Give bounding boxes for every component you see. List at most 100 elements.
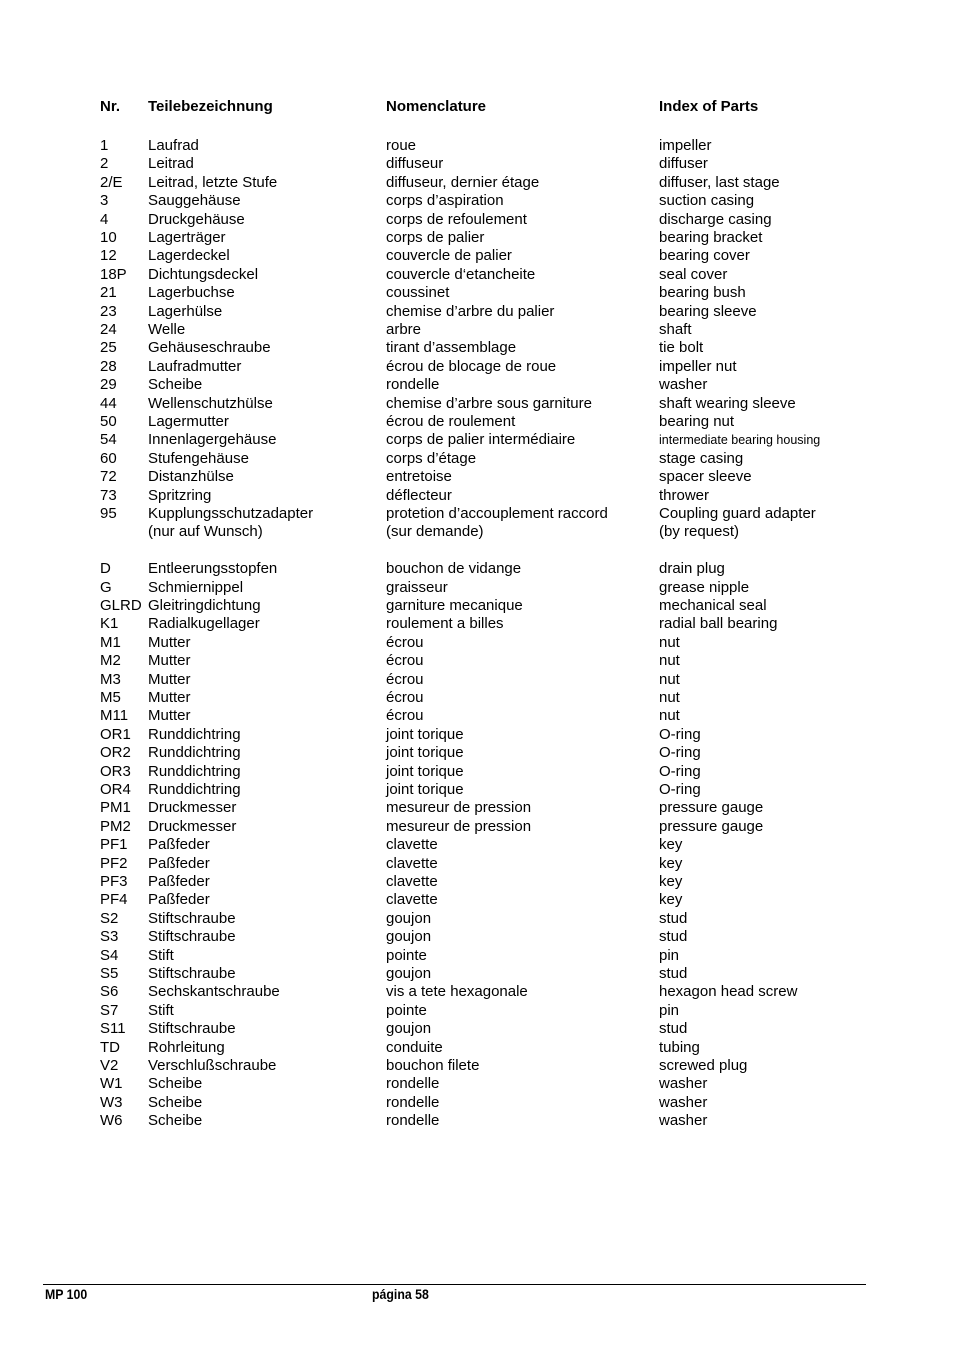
- french-name: bouchon de vidange: [386, 560, 522, 577]
- french-name: goujon: [386, 910, 432, 927]
- english-name: stud: [659, 1020, 688, 1037]
- french-name: entretoise: [386, 468, 452, 485]
- english-name: nut: [659, 689, 680, 706]
- german-name: Paßfeder: [148, 891, 210, 908]
- english-name: O-ring: [659, 763, 701, 780]
- header-english: Index of Parts: [659, 98, 759, 115]
- part-number: D: [100, 560, 111, 577]
- german-name: Wellenschutzhülse: [148, 395, 273, 412]
- french-name: goujon: [386, 928, 432, 945]
- english-name: thrower: [659, 487, 710, 504]
- english-name: pin: [659, 947, 680, 964]
- part-number: 44: [100, 395, 117, 412]
- french-name: corps de palier: [386, 229, 485, 246]
- english-name: radial ball bearing: [659, 615, 778, 632]
- german-name: Rohrleitung: [148, 1039, 225, 1056]
- german-name: Laufradmutter: [148, 358, 242, 375]
- part-number: M1: [100, 634, 121, 651]
- english-name: impeller: [659, 137, 712, 154]
- french-name: rondelle: [386, 1094, 440, 1111]
- english-name: bearing nut: [659, 413, 735, 430]
- part-number: M3: [100, 671, 121, 688]
- german-name: Stiftschraube: [148, 1020, 236, 1037]
- french-name: mesureur de pression: [386, 799, 532, 816]
- part-number: 2: [100, 155, 109, 172]
- french-name: joint torique: [386, 726, 464, 743]
- german-name: Mutter: [148, 707, 191, 724]
- part-number: 29: [100, 376, 117, 393]
- part-number: 4: [100, 211, 109, 228]
- german-name: Druckmesser: [148, 818, 237, 835]
- footer-model: MP 100: [45, 1286, 88, 1302]
- english-name: O-ring: [659, 726, 701, 743]
- english-name: suction casing: [659, 192, 755, 209]
- german-name: Runddichtring: [148, 763, 241, 780]
- french-name: rondelle: [386, 1112, 440, 1129]
- french-name: diffuseur, dernier étage: [386, 174, 540, 191]
- english-name: shaft: [659, 321, 692, 338]
- german-name: Dichtungsdeckel: [148, 266, 259, 283]
- french-name: corps d’étage: [386, 450, 477, 467]
- part-number: 54: [100, 431, 117, 448]
- english-name: nut: [659, 707, 680, 724]
- english-name: bearing sleeve: [659, 303, 757, 320]
- german-name: Verschlußschraube: [148, 1057, 277, 1074]
- footer-divider: [43, 1284, 866, 1285]
- english-name: hexagon head screw: [659, 983, 798, 1000]
- german-name: Stiftschraube: [148, 965, 236, 982]
- part-number: S2: [100, 910, 119, 927]
- document-page: Nr. Teilebezeichnung Nomenclature Index …: [0, 0, 954, 1351]
- french-name: tirant d’assemblage: [386, 339, 517, 356]
- german-name: Mutter: [148, 671, 191, 688]
- english-name: screwed plug: [659, 1057, 748, 1074]
- french-name: clavette: [386, 855, 438, 872]
- french-name: joint torique: [386, 744, 464, 761]
- header-nr: Nr.: [100, 98, 121, 115]
- german-name: Druckmesser: [148, 799, 237, 816]
- french-name: goujon: [386, 965, 432, 982]
- french-name: couvercle d‘etancheite: [386, 266, 536, 283]
- french-name: corps de refoulement: [386, 211, 527, 228]
- german-name: Mutter: [148, 689, 191, 706]
- german-name: Stiftschraube: [148, 910, 236, 927]
- german-name: Scheibe: [148, 1112, 203, 1129]
- part-number: PF2: [100, 855, 128, 872]
- part-number: OR4: [100, 781, 131, 798]
- german-name: Entleerungsstopfen: [148, 560, 278, 577]
- header-german: Teilebezeichnung: [148, 98, 273, 115]
- german-name: Lagermutter: [148, 413, 229, 430]
- part-number: TD: [100, 1039, 120, 1056]
- german-name: Distanzhülse: [148, 468, 234, 485]
- french-name: protetion d’accouplement raccord: [386, 505, 608, 522]
- french-name: roue: [386, 137, 417, 154]
- english-name: nut: [659, 652, 680, 669]
- english-name: spacer sleeve: [659, 468, 752, 485]
- german-name: Innenlagergehäuse: [148, 431, 277, 448]
- german-name: Leitrad, letzte Stufe: [148, 174, 278, 191]
- part-number: 12: [100, 247, 117, 264]
- german-name: Paßfeder: [148, 836, 210, 853]
- part-number: S11: [100, 1020, 126, 1037]
- english-name: intermediate bearing housing: [659, 433, 821, 447]
- english-name: stud: [659, 965, 688, 982]
- french-name: rondelle: [386, 1075, 440, 1092]
- french-name: écrou: [386, 707, 424, 724]
- english-name: bearing bracket: [659, 229, 763, 246]
- part-number: 72: [100, 468, 117, 485]
- german-name: Druckgehäuse: [148, 211, 245, 228]
- english-name: diffuser: [659, 155, 708, 172]
- german-name: Gleitringdichtung: [148, 597, 261, 614]
- german-name: Gehäuseschraube: [148, 339, 271, 356]
- part-number: S5: [100, 965, 119, 982]
- english-name: stud: [659, 928, 688, 945]
- german-name: Paßfeder: [148, 873, 210, 890]
- english-name: pressure gauge: [659, 799, 764, 816]
- french-name: coussinet: [386, 284, 450, 301]
- part-number: 10: [100, 229, 117, 246]
- german-name: Laufrad: [148, 137, 199, 154]
- german-name: Runddichtring: [148, 726, 241, 743]
- part-number: V2: [100, 1057, 119, 1074]
- french-name: diffuseur: [386, 155, 444, 172]
- german-name: Scheibe: [148, 1075, 203, 1092]
- english-name: tubing: [659, 1039, 700, 1056]
